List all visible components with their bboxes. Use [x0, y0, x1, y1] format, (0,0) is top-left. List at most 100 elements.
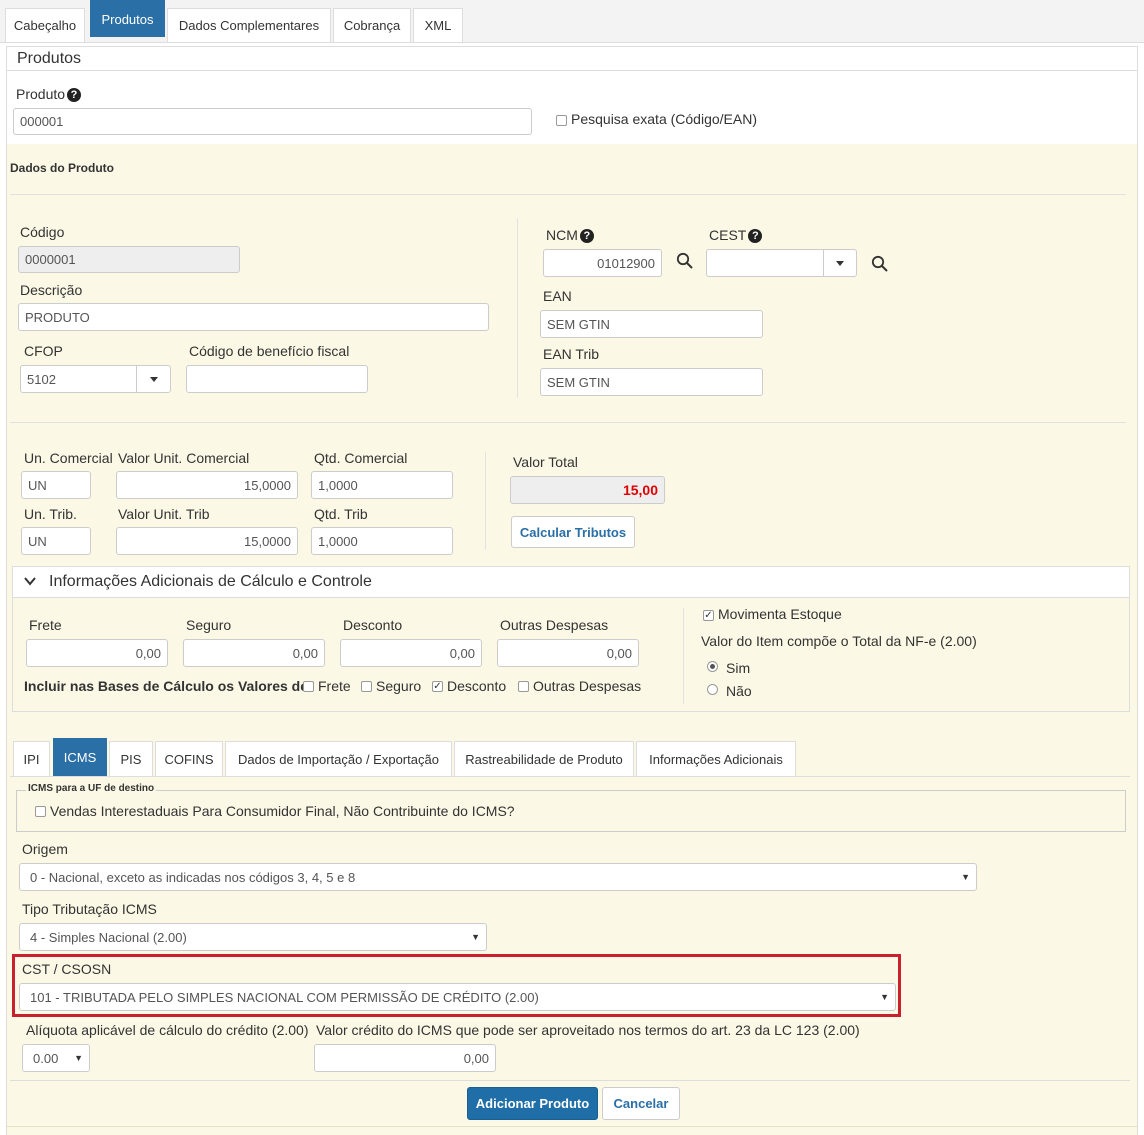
seguro-checkbox[interactable] — [361, 681, 372, 692]
help-icon: ? — [579, 229, 594, 243]
help-icon: ? — [67, 88, 82, 102]
codigo-field: 0000001 — [18, 246, 240, 273]
adicionais-title[interactable]: Informações Adicionais de Cálculo e Cont… — [49, 573, 372, 591]
movimenta-estoque-label: Movimenta Estoque — [718, 606, 842, 622]
exact-search-label: Pesquisa exata (Código/EAN) — [571, 111, 757, 127]
tab-cobranca[interactable]: Cobrança — [333, 8, 411, 42]
cest-label: CEST? — [709, 227, 763, 243]
codigo-label: Código — [20, 224, 65, 240]
chevron-down-icon[interactable] — [24, 577, 36, 586]
divider — [10, 194, 1126, 195]
valor-total-field: 15,00 — [510, 476, 665, 504]
un-trib-label: Un. Trib. — [24, 506, 77, 522]
divider — [10, 422, 1126, 423]
aliquota-select[interactable]: 0.00 ▼ — [22, 1044, 90, 1072]
cfop-input[interactable]: 5102 — [20, 365, 137, 393]
produto-label: Produto? — [16, 86, 82, 102]
cest-input[interactable] — [706, 249, 824, 277]
qtd-trib-input[interactable]: 1,0000 — [311, 527, 453, 555]
ncm-label: NCM? — [546, 227, 594, 243]
tab-dados-complementares[interactable]: Dados Complementares — [167, 8, 331, 42]
seguro-input[interactable]: 0,00 — [183, 639, 325, 667]
qtd-comercial-input[interactable]: 1,0000 — [311, 471, 453, 499]
movimenta-estoque-checkbox[interactable]: ✓ — [703, 610, 714, 621]
un-trib-input[interactable]: UN — [21, 527, 91, 555]
produto-input[interactable]: 000001 — [13, 108, 532, 135]
desconto-label: Desconto — [343, 617, 403, 633]
cst-value: 101 - TRIBUTADA PELO SIMPLES NACIONAL CO… — [30, 989, 539, 1005]
outras-checkbox-label: Outras Despesas — [533, 678, 642, 694]
valor-unit-trib-label: Valor Unit. Trib — [118, 506, 210, 522]
outras-input[interactable]: 0,00 — [497, 639, 639, 667]
tab-pis[interactable]: PIS — [109, 741, 153, 776]
calcular-tributos-button[interactable]: Calcular Tributos — [511, 516, 635, 548]
un-comercial-input[interactable]: UN — [21, 471, 91, 499]
exact-search-checkbox[interactable] — [556, 115, 567, 126]
vertical-divider — [517, 218, 518, 398]
ean-trib-input[interactable]: SEM GTIN — [540, 368, 763, 396]
desconto-input[interactable]: 0,00 — [340, 639, 482, 667]
desconto-checkbox[interactable]: ✓ — [432, 681, 443, 692]
tipo-tributacao-label: Tipo Tributação ICMS — [22, 901, 157, 917]
valor-unit-comercial-label: Valor Unit. Comercial — [118, 450, 250, 466]
adicionar-produto-button[interactable]: Adicionar Produto — [467, 1087, 598, 1120]
divider — [13, 597, 1129, 598]
tab-ipi[interactable]: IPI — [13, 741, 50, 776]
seguro-label: Seguro — [186, 617, 232, 633]
cest-dropdown-button[interactable] — [823, 249, 857, 277]
nao-radio[interactable] — [707, 684, 718, 695]
caret-down-icon — [836, 261, 844, 266]
valor-unit-comercial-input[interactable]: 15,0000 — [116, 471, 298, 499]
beneficio-input[interactable] — [186, 365, 368, 393]
un-comercial-label: Un. Comercial — [24, 450, 113, 466]
vertical-divider — [683, 608, 684, 704]
valor-total-label: Valor Total — [513, 454, 578, 470]
incluir-label: Incluir nas Bases de Cálculo os Valores … — [24, 678, 313, 694]
tab-informacoes-adicionais[interactable]: Informações Adicionais — [636, 741, 796, 776]
caret-down-icon — [150, 377, 158, 382]
tab-importacao[interactable]: Dados de Importação / Exportação — [225, 741, 452, 776]
tab-xml[interactable]: XML — [413, 8, 463, 42]
ncm-input[interactable]: 01012900 — [543, 249, 662, 277]
tipo-tributacao-select[interactable]: 4 - Simples Nacional (2.00) ▼ — [19, 923, 487, 951]
cancelar-button[interactable]: Cancelar — [602, 1087, 680, 1120]
tab-cabecalho[interactable]: Cabeçalho — [5, 8, 85, 42]
sim-radio[interactable] — [707, 661, 718, 672]
dropdown-arrow-icon: ▼ — [74, 1053, 83, 1063]
frete-checkbox[interactable] — [303, 681, 314, 692]
frete-checkbox-label: Frete — [318, 678, 351, 694]
interestaduais-checkbox[interactable] — [35, 806, 46, 817]
credito-input[interactable]: 0,00 — [314, 1044, 496, 1072]
vertical-divider — [485, 452, 486, 550]
uf-destino-legend: ICMS para a UF de destino — [26, 783, 157, 794]
dropdown-arrow-icon: ▼ — [471, 932, 480, 942]
outras-checkbox[interactable] — [518, 681, 529, 692]
valor-unit-trib-input[interactable]: 15,0000 — [116, 527, 298, 555]
dados-produto-title: Dados do Produto — [10, 161, 114, 175]
dropdown-arrow-icon: ▼ — [880, 992, 889, 1002]
beneficio-label: Código de benefício fiscal — [189, 343, 350, 359]
cfop-label: CFOP — [24, 343, 63, 359]
cfop-dropdown-button[interactable] — [136, 365, 171, 393]
search-icon[interactable] — [871, 255, 889, 273]
compoe-total-label: Valor do Item compõe o Total da NF-e (2.… — [701, 633, 977, 649]
help-icon: ? — [748, 229, 763, 243]
tab-cofins[interactable]: COFINS — [155, 741, 223, 776]
subtab-baseline — [10, 776, 1130, 777]
tab-produtos[interactable]: Produtos — [90, 0, 165, 37]
sim-label: Sim — [726, 660, 751, 676]
origem-value: 0 - Nacional, exceto as indicadas nos có… — [30, 869, 356, 885]
search-icon[interactable] — [676, 252, 694, 270]
descricao-label: Descrição — [20, 282, 83, 298]
ean-input[interactable]: SEM GTIN — [540, 310, 763, 338]
tab-rastreabilidade[interactable]: Rastreabilidade de Produto — [454, 741, 634, 776]
aliquota-label: Alíquota aplicável de cálculo do crédito… — [26, 1022, 309, 1038]
tab-icms[interactable]: ICMS — [53, 738, 107, 776]
desconto-checkbox-label: Desconto — [447, 678, 507, 694]
frete-input[interactable]: 0,00 — [26, 639, 168, 667]
descricao-input[interactable]: PRODUTO — [18, 303, 489, 331]
origem-select[interactable]: 0 - Nacional, exceto as indicadas nos có… — [19, 863, 977, 891]
cst-select[interactable]: 101 - TRIBUTADA PELO SIMPLES NACIONAL CO… — [19, 983, 896, 1011]
frete-label: Frete — [29, 617, 62, 633]
origem-label: Origem — [22, 841, 68, 857]
